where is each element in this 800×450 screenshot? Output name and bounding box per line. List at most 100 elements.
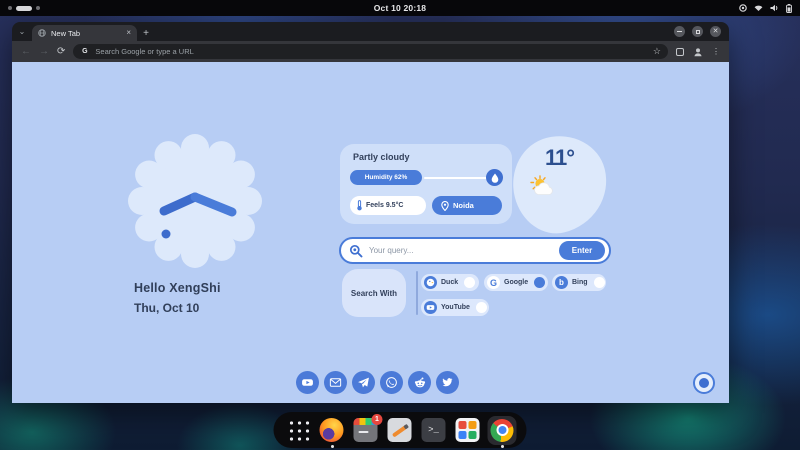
search-bar[interactable]: Enter [339,237,611,264]
profile-icon[interactable] [693,47,703,57]
dock: 1 >_ [273,412,527,448]
tab-search-button[interactable]: ⌄ [12,22,32,41]
sun-behind-cloud-icon [530,175,558,202]
update-count-badge: 1 [371,413,383,425]
running-indicator [330,444,334,448]
whatsapp-icon [386,377,397,388]
page-menu-dot-icon [699,378,709,388]
location-label: Noida [453,201,474,210]
whatsapp-link[interactable] [380,371,403,394]
volume-icon [770,4,778,12]
back-button[interactable]: ← [21,46,31,57]
engine-label: Bing [572,279,588,286]
app-store-icon [455,417,480,442]
telegram-icon [358,377,369,388]
software-updater-launcher[interactable]: 1 [353,413,383,443]
date-text: Thu, Oct 10 [134,301,200,315]
page-menu-button[interactable] [693,372,715,394]
tab-strip: ⌄ New Tab × + ✕ [12,22,729,41]
bing-toggle-off[interactable] [593,277,605,288]
youtube-icon [302,379,313,386]
weather-card: Partly cloudy Humidity 62% Feels 9.5°C N… [340,144,512,224]
close-button[interactable]: ✕ [710,26,721,37]
tab-close-icon[interactable]: × [126,29,131,37]
address-bar[interactable]: G Search Google or type a URL ☆ [73,44,668,59]
extensions-icon[interactable] [676,47,684,56]
humidity-pill: Humidity 62% [350,170,422,185]
duckduckgo-icon [424,276,437,289]
close-icon: ✕ [712,28,719,35]
browser-toolbar: ← → ⟳ G Search Google or type a URL ☆ ⋮ [12,41,729,62]
app-grid-button[interactable] [286,418,311,443]
new-tab-button[interactable]: + [137,25,155,41]
toolbar-right: ⋮ [676,47,720,57]
social-links-row [296,371,459,394]
new-tab-page: Hello XengShi Thu, Oct 10 Partly cloudy … [12,62,729,403]
chrome-launcher[interactable] [487,415,517,448]
clock-face-icon [128,134,262,268]
tab-title: New Tab [51,28,81,38]
engine-toggle-duck[interactable]: Duck [421,274,479,291]
workspace-indicator[interactable] [8,5,40,11]
mail-link[interactable] [324,371,347,394]
workspace-dot-icon [8,6,12,10]
duck-toggle-off[interactable] [464,277,476,288]
maximize-icon [695,29,700,34]
thermometer-icon [357,200,362,211]
clock-label[interactable]: Oct 10 20:18 [374,3,427,13]
feels-like-pill: Feels 9.5°C [350,196,426,215]
enter-button[interactable]: Enter [559,241,605,260]
youtube-toggle-off[interactable] [475,302,487,313]
analog-clock-widget[interactable] [126,133,264,271]
engine-toggle-youtube[interactable]: YouTube [421,299,489,316]
firefox-launcher[interactable] [319,417,345,448]
firefox-icon [319,417,344,442]
globe-favicon-icon [38,29,46,37]
youtube-link[interactable] [296,371,319,394]
engine-toggle-google[interactable]: G Google [484,274,548,291]
forward-button[interactable]: → [39,46,49,57]
terminal-icon: >_ [421,417,446,442]
system-tray[interactable] [739,3,792,13]
engine-label: Google [504,279,529,286]
engine-label: Duck [441,279,459,286]
text-editor-launcher[interactable] [387,417,413,443]
temperature-blob [502,126,618,242]
chrome-icon [490,418,514,442]
mail-icon [329,378,342,387]
reddit-link[interactable] [408,371,431,394]
twitter-icon [442,378,453,387]
youtube-engine-icon [424,301,437,314]
battery-icon [786,3,792,13]
search-with-divider [416,271,418,315]
maximize-button[interactable] [692,26,703,37]
minimize-button[interactable] [674,26,685,37]
greeting-text: Hello XengShi [134,281,221,295]
search-input[interactable] [369,246,553,255]
wifi-icon [754,5,763,11]
status-icon [739,4,747,12]
telegram-link[interactable] [352,371,375,394]
app-store-launcher[interactable] [455,417,481,443]
terminal-launcher[interactable]: >_ [421,417,447,443]
google-g-icon: G [82,48,88,55]
running-indicator [500,444,504,448]
engine-toggle-bing[interactable]: b Bing [552,274,606,291]
location-pill[interactable]: Noida [432,196,502,215]
humidity-droplet-icon [486,169,503,186]
browser-menu-icon[interactable]: ⋮ [712,47,720,56]
browser-window: ⌄ New Tab × + ✕ ← → ⟳ G Search Google or… [12,22,729,403]
address-bar-placeholder: Search Google or type a URL [95,47,194,56]
bookmark-star-icon[interactable]: ☆ [653,46,661,57]
google-toggle-on[interactable] [534,277,546,288]
app-grid-icon [287,419,309,441]
system-top-bar: Oct 10 20:18 [0,0,800,16]
twitter-link[interactable] [436,371,459,394]
google-icon: G [487,276,500,289]
active-workspace-icon [16,5,32,11]
reload-button[interactable]: ⟳ [57,46,65,57]
search-icon [349,244,363,257]
focused-app-highlight [487,415,517,445]
tab-new-tab[interactable]: New Tab × [32,25,137,41]
window-controls: ✕ [674,22,729,41]
